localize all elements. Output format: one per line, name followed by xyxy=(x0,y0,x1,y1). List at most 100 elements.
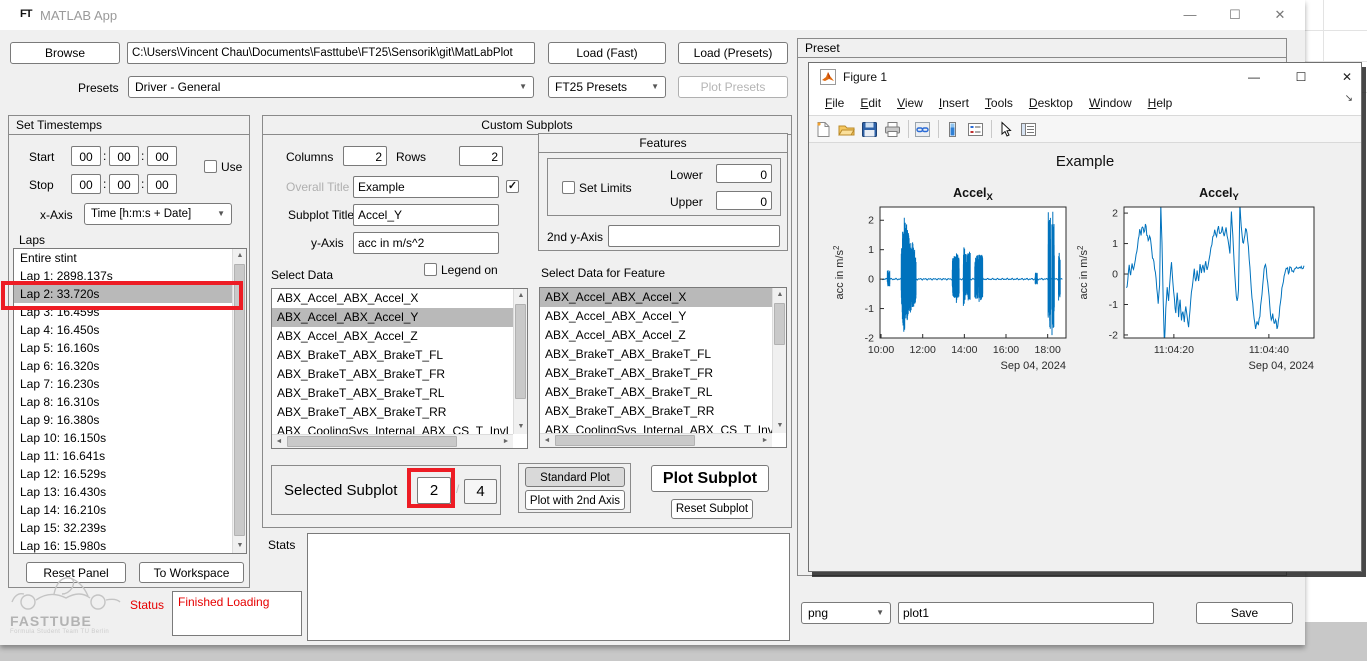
upper-field[interactable]: 0 xyxy=(716,191,772,210)
standard-plot-button[interactable]: Standard Plot xyxy=(525,467,625,487)
select-data-hscrollbar[interactable]: ◄ ► xyxy=(272,434,513,448)
new-figure-icon[interactable] xyxy=(815,121,832,138)
columns-field[interactable]: 2 xyxy=(343,146,387,166)
use-checkbox[interactable] xyxy=(204,160,217,173)
list-item[interactable]: ABX_CoolingSys_Internal_ABX_CS_T_InvL xyxy=(272,422,513,434)
overall-title-checkbox[interactable]: ✓ xyxy=(506,180,519,193)
second-y-axis-field[interactable] xyxy=(608,225,780,247)
scroll-up-icon[interactable]: ▲ xyxy=(233,249,247,263)
start-minutes-field[interactable]: 00 xyxy=(109,146,139,166)
list-item[interactable]: ABX_BrakeT_ABX_BrakeT_FR xyxy=(540,364,772,383)
menu-desktop[interactable]: Desktop xyxy=(1021,91,1081,116)
file-path-input[interactable]: C:\Users\Vincent Chau\Documents\Fasttube… xyxy=(127,42,535,64)
scrollbar-thumb[interactable] xyxy=(774,303,785,345)
subplot-current-field[interactable]: 2 xyxy=(417,477,451,504)
scroll-down-icon[interactable]: ▼ xyxy=(233,539,247,553)
list-item[interactable]: ABX_BrakeT_ABX_BrakeT_RL xyxy=(540,383,772,402)
app-close-button[interactable]: ✕ xyxy=(1258,0,1302,30)
open-file-icon[interactable] xyxy=(838,121,855,138)
list-item[interactable]: ABX_BrakeT_ABX_BrakeT_FL xyxy=(540,345,772,364)
list-item[interactable]: Lap 8: 16.310s xyxy=(14,393,232,411)
property-inspector-icon[interactable] xyxy=(1020,121,1037,138)
save-button[interactable]: Save xyxy=(1196,602,1293,624)
menu-window[interactable]: Window xyxy=(1081,91,1140,116)
scroll-up-icon[interactable]: ▲ xyxy=(514,289,528,303)
list-item[interactable]: ABX_Accel_ABX_Accel_Y xyxy=(272,308,513,327)
dock-figure-icon[interactable]: ↘ xyxy=(1345,93,1353,104)
menu-file[interactable]: File xyxy=(817,91,852,116)
list-item[interactable]: Lap 16: 15.980s xyxy=(14,537,232,553)
list-item[interactable]: Lap 6: 16.320s xyxy=(14,357,232,375)
list-item[interactable]: ABX_BrakeT_ABX_BrakeT_FR xyxy=(272,365,513,384)
list-item[interactable]: ABX_CoolingSys_Internal_ABX_CS_T_InvL xyxy=(540,421,772,433)
y-axis-field[interactable]: acc in m/s^2 xyxy=(353,232,499,254)
start-hours-field[interactable]: 00 xyxy=(71,146,101,166)
scrollbar-thumb[interactable] xyxy=(515,304,526,399)
scrollbar-thumb[interactable] xyxy=(287,436,457,447)
stop-hours-field[interactable]: 00 xyxy=(71,174,101,194)
link-plot-icon[interactable] xyxy=(914,121,931,138)
reset-subplot-button[interactable]: Reset Subplot xyxy=(671,499,753,519)
list-item[interactable]: Lap 3: 16.459s xyxy=(14,303,232,321)
load-presets-button[interactable]: Load (Presets) xyxy=(678,42,788,64)
plot-subplot-button[interactable]: Plot Subplot xyxy=(651,465,769,492)
scrollbar-thumb[interactable] xyxy=(555,435,695,446)
insert-colorbar-icon[interactable] xyxy=(944,121,961,138)
overall-title-field[interactable]: Example xyxy=(353,176,499,198)
lower-field[interactable]: 0 xyxy=(716,164,772,183)
browse-button[interactable]: Browse xyxy=(10,42,120,64)
edit-plot-icon[interactable] xyxy=(997,121,1014,138)
figure-close-button[interactable]: ✕ xyxy=(1330,63,1364,91)
subplot-title-field[interactable]: Accel_Y xyxy=(353,204,499,226)
stop-minutes-field[interactable]: 00 xyxy=(109,174,139,194)
scroll-down-icon[interactable]: ▼ xyxy=(773,419,787,433)
list-item[interactable]: Lap 14: 16.210s xyxy=(14,501,232,519)
list-item[interactable]: Lap 4: 16.450s xyxy=(14,321,232,339)
ft25-presets-dropdown[interactable]: FT25 Presets ▼ xyxy=(548,76,666,98)
export-format-dropdown[interactable]: png ▼ xyxy=(801,602,891,624)
list-item[interactable]: Lap 7: 16.230s xyxy=(14,375,232,393)
list-item[interactable]: Lap 13: 16.430s xyxy=(14,483,232,501)
list-item[interactable]: ABX_BrakeT_ABX_BrakeT_RR xyxy=(540,402,772,421)
plot-presets-button[interactable]: Plot Presets xyxy=(678,76,788,98)
insert-legend-icon[interactable] xyxy=(967,121,984,138)
rows-field[interactable]: 2 xyxy=(459,146,503,166)
scroll-down-icon[interactable]: ▼ xyxy=(514,420,528,434)
list-item[interactable]: Lap 9: 16.380s xyxy=(14,411,232,429)
select-data-vscrollbar[interactable]: ▲ ▼ xyxy=(513,289,527,434)
plot-with-2nd-axis-button[interactable]: Plot with 2nd Axis xyxy=(525,490,625,510)
scroll-up-icon[interactable]: ▲ xyxy=(773,288,787,302)
list-item[interactable]: ABX_BrakeT_ABX_BrakeT_RL xyxy=(272,384,513,403)
scroll-right-icon[interactable]: ► xyxy=(758,434,772,448)
filename-input[interactable]: plot1 xyxy=(898,602,1154,624)
start-seconds-field[interactable]: 00 xyxy=(147,146,177,166)
stop-seconds-field[interactable]: 00 xyxy=(147,174,177,194)
print-figure-icon[interactable] xyxy=(884,121,901,138)
set-limits-checkbox[interactable] xyxy=(562,181,575,194)
save-figure-icon[interactable] xyxy=(861,121,878,138)
list-item[interactable]: ABX_BrakeT_ABX_BrakeT_RR xyxy=(272,403,513,422)
list-item[interactable]: Entire stint xyxy=(14,249,232,267)
figure-maximize-button[interactable]: ☐ xyxy=(1284,63,1318,91)
to-workspace-button[interactable]: To Workspace xyxy=(139,562,244,583)
list-item[interactable]: ABX_Accel_ABX_Accel_X xyxy=(272,289,513,308)
list-item[interactable]: Lap 10: 16.150s xyxy=(14,429,232,447)
load-fast-button[interactable]: Load (Fast) xyxy=(548,42,666,64)
feature-vscrollbar[interactable]: ▲ ▼ xyxy=(772,288,786,433)
list-item[interactable]: Lap 15: 32.239s xyxy=(14,519,232,537)
list-item[interactable]: ABX_BrakeT_ABX_BrakeT_FL xyxy=(272,346,513,365)
feature-hscrollbar[interactable]: ◄ ► xyxy=(540,433,772,447)
list-item[interactable]: ABX_Accel_ABX_Accel_Z xyxy=(272,327,513,346)
scroll-left-icon[interactable]: ◄ xyxy=(272,435,286,449)
list-item[interactable]: Lap 2: 33.720s xyxy=(14,285,232,303)
legend-on-checkbox[interactable] xyxy=(424,263,437,276)
scroll-left-icon[interactable]: ◄ xyxy=(540,434,554,448)
app-minimize-button[interactable]: — xyxy=(1168,0,1212,30)
menu-view[interactable]: View xyxy=(889,91,931,116)
scrollbar-thumb[interactable] xyxy=(234,264,245,536)
menu-edit[interactable]: Edit xyxy=(852,91,889,116)
list-item[interactable]: ABX_Accel_ABX_Accel_Y xyxy=(540,307,772,326)
menu-help[interactable]: Help xyxy=(1140,91,1181,116)
menu-tools[interactable]: Tools xyxy=(977,91,1021,116)
list-item[interactable]: Lap 1: 2898.137s xyxy=(14,267,232,285)
